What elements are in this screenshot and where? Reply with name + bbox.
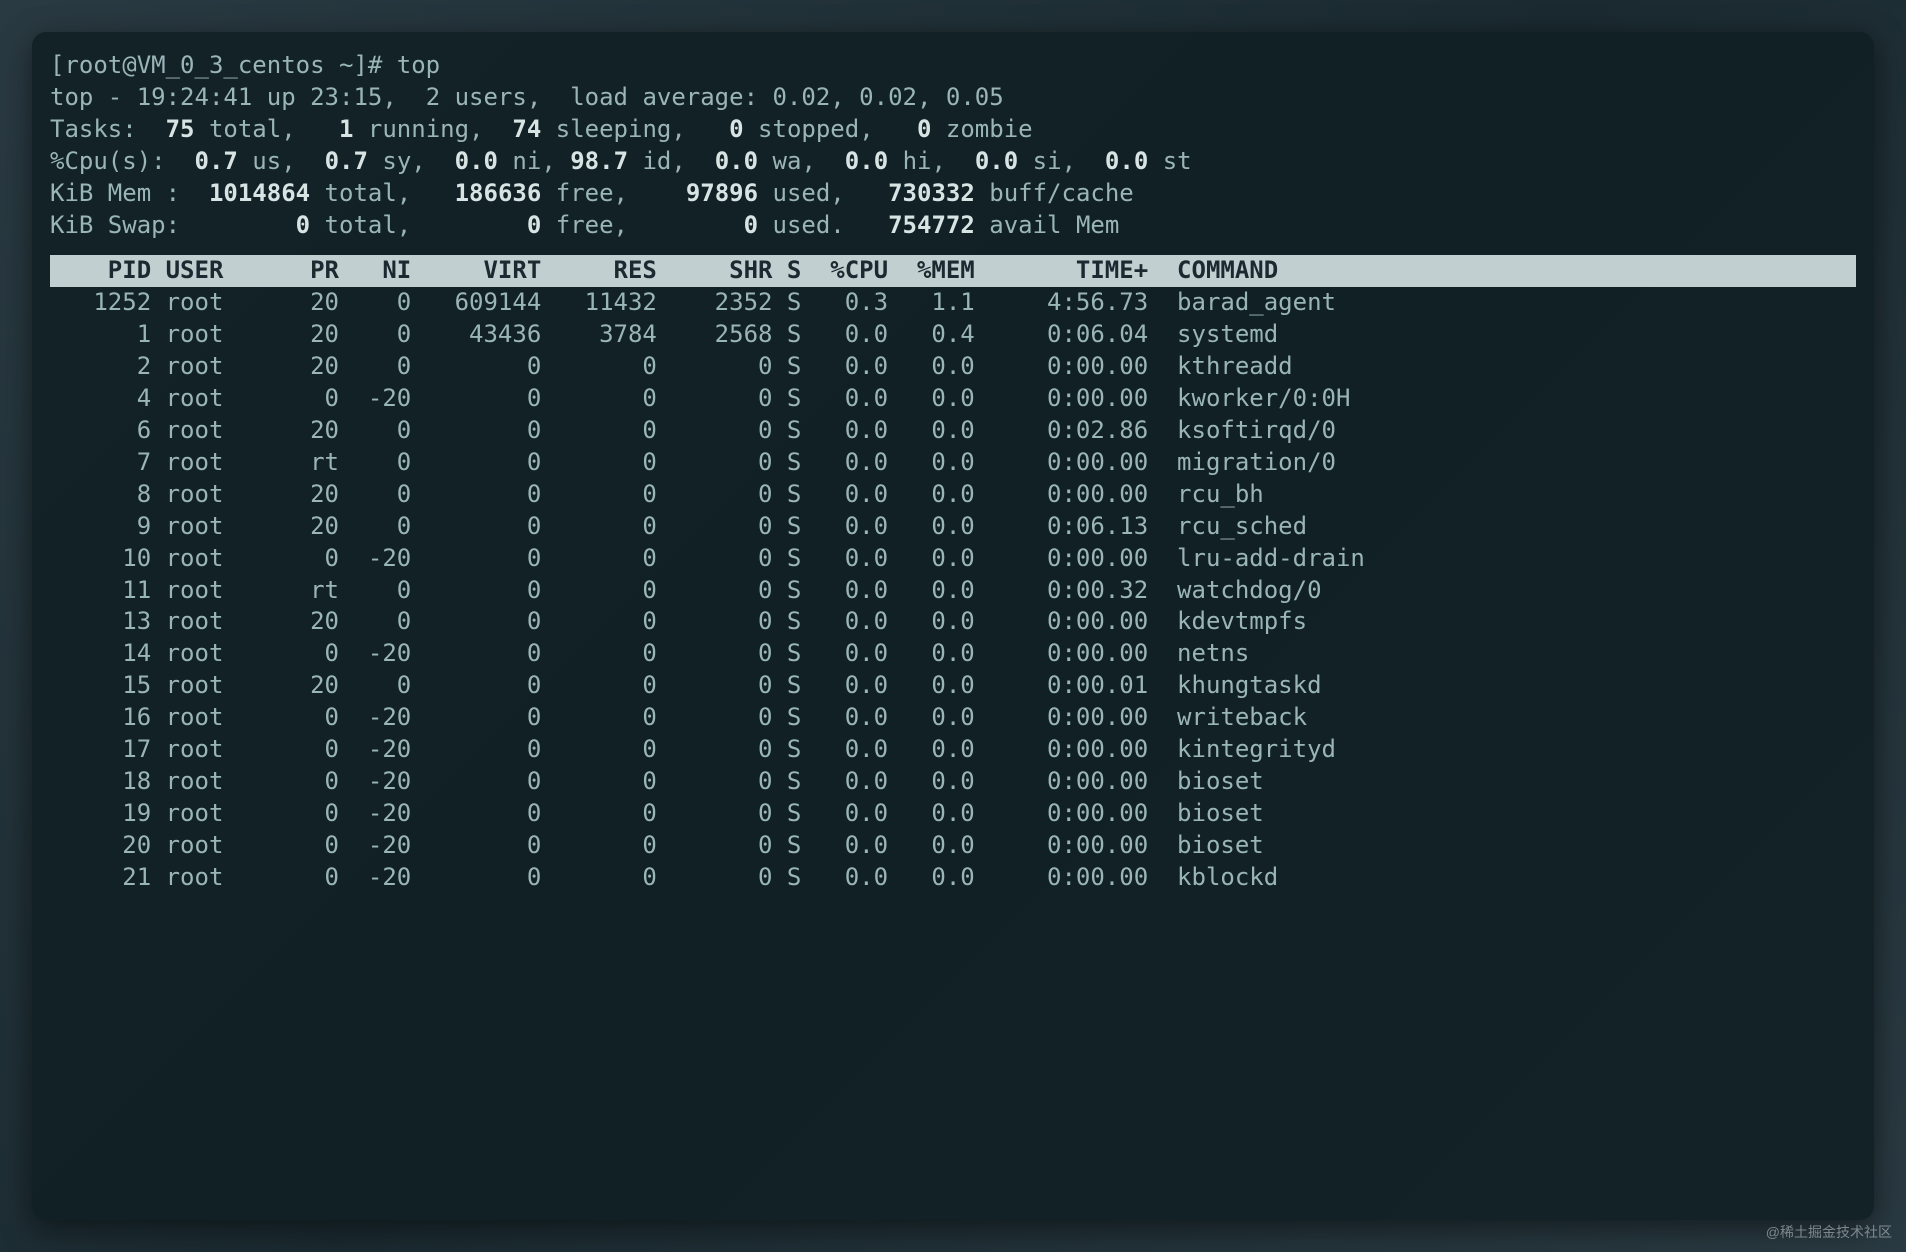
process-row[interactable]: 21 root 0 -20 0 0 0 S 0.0 0.0 0:00.00 kb…: [50, 862, 1856, 894]
summary-line-1: top - 19:24:41 up 23:15, 2 users, load a…: [50, 82, 1856, 114]
watermark: @稀土掘金技术社区: [1766, 1223, 1892, 1242]
process-row[interactable]: 14 root 0 -20 0 0 0 S 0.0 0.0 0:00.00 ne…: [50, 638, 1856, 670]
summary-swap: KiB Swap: 0 total, 0 free, 0 used. 75477…: [50, 210, 1856, 242]
process-row[interactable]: 13 root 20 0 0 0 0 S 0.0 0.0 0:00.00 kde…: [50, 606, 1856, 638]
process-row[interactable]: 15 root 20 0 0 0 0 S 0.0 0.0 0:00.01 khu…: [50, 670, 1856, 702]
process-row[interactable]: 6 root 20 0 0 0 0 S 0.0 0.0 0:02.86 ksof…: [50, 415, 1856, 447]
process-row[interactable]: 19 root 0 -20 0 0 0 S 0.0 0.0 0:00.00 bi…: [50, 798, 1856, 830]
summary-cpu: %Cpu(s): 0.7 us, 0.7 sy, 0.0 ni, 98.7 id…: [50, 146, 1856, 178]
summary-tasks: Tasks: 75 total, 1 running, 74 sleeping,…: [50, 114, 1856, 146]
process-row[interactable]: 11 root rt 0 0 0 0 S 0.0 0.0 0:00.32 wat…: [50, 575, 1856, 607]
summary-mem: KiB Mem : 1014864 total, 186636 free, 97…: [50, 178, 1856, 210]
process-table: PID USER PR NI VIRT RES SHR S %CPU %MEM …: [50, 255, 1856, 893]
process-row[interactable]: 2 root 20 0 0 0 0 S 0.0 0.0 0:00.00 kthr…: [50, 351, 1856, 383]
process-row[interactable]: 7 root rt 0 0 0 0 S 0.0 0.0 0:00.00 migr…: [50, 447, 1856, 479]
process-row[interactable]: 10 root 0 -20 0 0 0 S 0.0 0.0 0:00.00 lr…: [50, 543, 1856, 575]
process-row[interactable]: 17 root 0 -20 0 0 0 S 0.0 0.0 0:00.00 ki…: [50, 734, 1856, 766]
process-row[interactable]: 4 root 0 -20 0 0 0 S 0.0 0.0 0:00.00 kwo…: [50, 383, 1856, 415]
process-row[interactable]: 9 root 20 0 0 0 0 S 0.0 0.0 0:06.13 rcu_…: [50, 511, 1856, 543]
process-row[interactable]: 1 root 20 0 43436 3784 2568 S 0.0 0.4 0:…: [50, 319, 1856, 351]
process-row[interactable]: 16 root 0 -20 0 0 0 S 0.0 0.0 0:00.00 wr…: [50, 702, 1856, 734]
process-row[interactable]: 20 root 0 -20 0 0 0 S 0.0 0.0 0:00.00 bi…: [50, 830, 1856, 862]
process-table-header: PID USER PR NI VIRT RES SHR S %CPU %MEM …: [50, 255, 1856, 287]
process-row[interactable]: 1252 root 20 0 609144 11432 2352 S 0.3 1…: [50, 287, 1856, 319]
terminal-window[interactable]: [root@VM_0_3_centos ~]# top top - 19:24:…: [32, 32, 1874, 1220]
process-row[interactable]: 8 root 20 0 0 0 0 S 0.0 0.0 0:00.00 rcu_…: [50, 479, 1856, 511]
shell-prompt: [root@VM_0_3_centos ~]# top: [50, 50, 1856, 82]
process-row[interactable]: 18 root 0 -20 0 0 0 S 0.0 0.0 0:00.00 bi…: [50, 766, 1856, 798]
